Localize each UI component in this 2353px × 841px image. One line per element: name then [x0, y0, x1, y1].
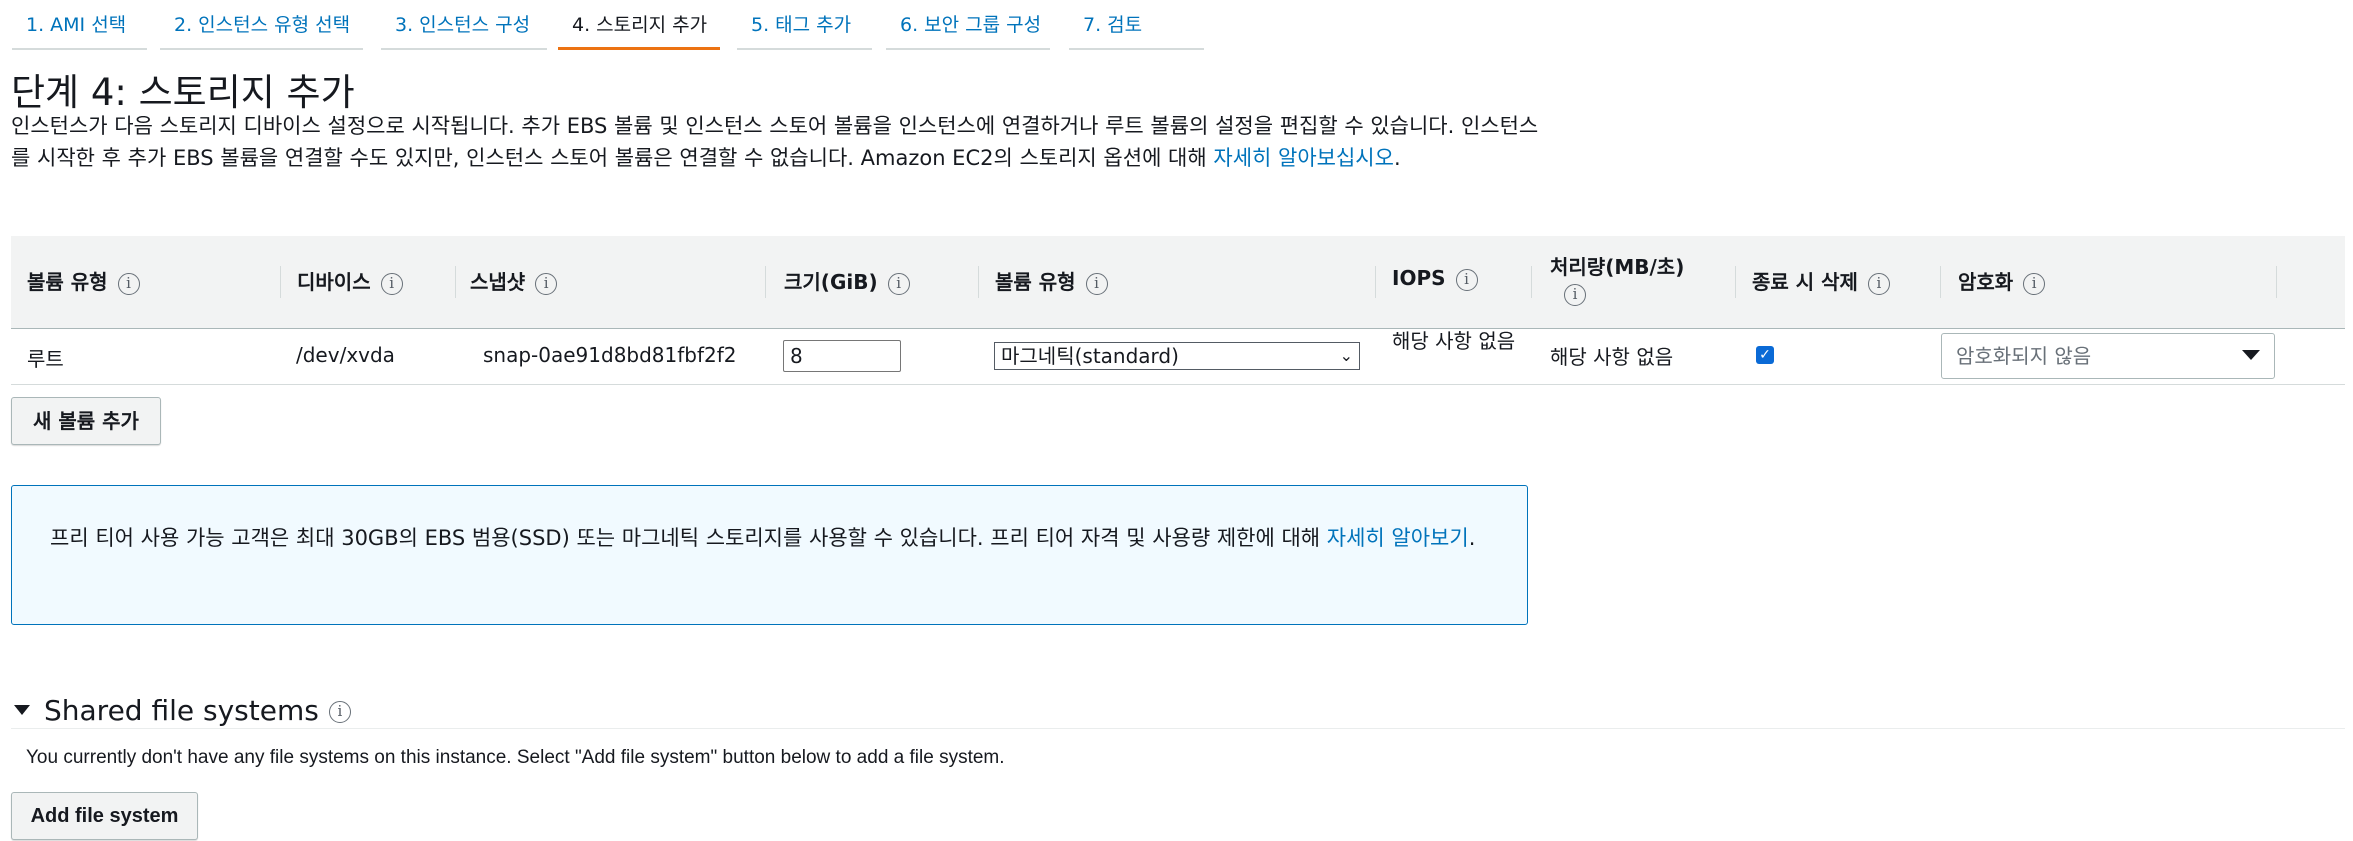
- info-icon[interactable]: i: [1564, 283, 1586, 306]
- info-icon[interactable]: i: [328, 701, 351, 723]
- delete-on-termination-checkbox[interactable]: ✓: [1756, 346, 1774, 364]
- cell-device: /dev/xvda: [296, 343, 395, 367]
- cell-volume-type: 루트: [27, 347, 64, 371]
- column-divider: [455, 266, 456, 298]
- add-file-system-button[interactable]: Add file system: [11, 792, 198, 840]
- size-input[interactable]: 8: [783, 340, 901, 372]
- header-throughput: 처리량(MB/초) i: [1550, 254, 1684, 306]
- header-size: 크기(GiB) i: [784, 266, 910, 295]
- free-tier-info-box: 프리 티어 사용 가능 고객은 최대 30GB의 EBS 범용(SSD) 또는 …: [11, 485, 1528, 625]
- header-device: 디바이스 i: [297, 266, 403, 295]
- free-tier-message: 프리 티어 사용 가능 고객은 최대 30GB의 EBS 범용(SSD) 또는 …: [50, 526, 1327, 550]
- free-tier-text: 프리 티어 사용 가능 고객은 최대 30GB의 EBS 범용(SSD) 또는 …: [50, 522, 1490, 554]
- caret-down-icon: [2242, 350, 2260, 360]
- header-delete-on-termination: 종료 시 삭제 i: [1752, 266, 1890, 295]
- tab-instance-config[interactable]: 3. 인스턴스 구성: [381, 0, 547, 50]
- info-icon[interactable]: i: [1867, 272, 1890, 295]
- free-tier-end: .: [1468, 526, 1476, 550]
- column-divider: [978, 266, 979, 298]
- header-ebs-volume-type: 볼륨 유형 i: [995, 266, 1108, 295]
- page-title: 단계 4: 스토리지 추가: [11, 71, 355, 114]
- column-divider: [280, 266, 281, 298]
- info-icon[interactable]: i: [887, 272, 910, 295]
- shared-file-systems-title: Shared file systems: [44, 694, 319, 727]
- tab-instance-type[interactable]: 2. 인스턴스 유형 선택: [160, 0, 363, 50]
- tab-add-storage[interactable]: 4. 스토리지 추가: [558, 0, 720, 50]
- header-snapshot: 스냅샷 i: [470, 266, 558, 295]
- encryption-select[interactable]: 암호화되지 않음: [1941, 333, 2275, 379]
- caret-down-icon[interactable]: [14, 705, 30, 715]
- info-icon[interactable]: i: [535, 272, 558, 295]
- section-divider: [11, 728, 2345, 729]
- info-icon[interactable]: i: [2023, 272, 2046, 295]
- info-icon[interactable]: i: [1455, 268, 1478, 291]
- chevron-down-icon: ⌄: [1339, 346, 1353, 365]
- tab-ami-select[interactable]: 1. AMI 선택: [12, 0, 147, 50]
- column-divider: [1375, 266, 1376, 298]
- header-volume-type: 볼륨 유형 i: [27, 266, 140, 295]
- selected-volume-type: 마그네틱(standard): [1001, 344, 1179, 368]
- page-description: 인스턴스가 다음 스토리지 디바이스 설정으로 시작됩니다. 추가 EBS 볼륨…: [11, 110, 1551, 174]
- shared-file-systems-header[interactable]: Shared file systems i: [14, 694, 351, 727]
- tab-review[interactable]: 7. 검토: [1069, 0, 1204, 50]
- info-icon[interactable]: i: [380, 272, 403, 295]
- info-icon[interactable]: i: [1085, 272, 1108, 295]
- column-divider: [765, 266, 766, 298]
- free-tier-learn-more-link[interactable]: 자세히 알아보기: [1327, 526, 1469, 550]
- description-end: .: [1393, 146, 1401, 170]
- column-divider: [2276, 266, 2277, 298]
- cell-iops: 해당 사항 없음: [1392, 329, 1516, 353]
- info-icon[interactable]: i: [117, 272, 140, 295]
- learn-more-storage-link[interactable]: 자세히 알아보십시오: [1213, 146, 1394, 170]
- cell-throughput: 해당 사항 없음: [1550, 345, 1674, 369]
- column-divider: [1940, 266, 1941, 298]
- tab-security-group[interactable]: 6. 보안 그룹 구성: [886, 0, 1050, 50]
- cell-snapshot: snap-0ae91d8bd81fbf2f2: [483, 343, 737, 367]
- encryption-placeholder: 암호화되지 않음: [1956, 344, 2092, 368]
- tab-add-tags[interactable]: 5. 태그 추가: [737, 0, 872, 50]
- header-iops: IOPS i: [1392, 266, 1478, 291]
- no-file-systems-message: You currently don't have any file system…: [26, 747, 1005, 768]
- ebs-volume-type-select[interactable]: 마그네틱(standard) ⌄: [994, 342, 1360, 370]
- header-encryption: 암호화 i: [1958, 266, 2046, 295]
- column-divider: [1531, 266, 1532, 298]
- add-volume-button[interactable]: 새 볼륨 추가: [11, 397, 161, 445]
- column-divider: [1735, 266, 1736, 298]
